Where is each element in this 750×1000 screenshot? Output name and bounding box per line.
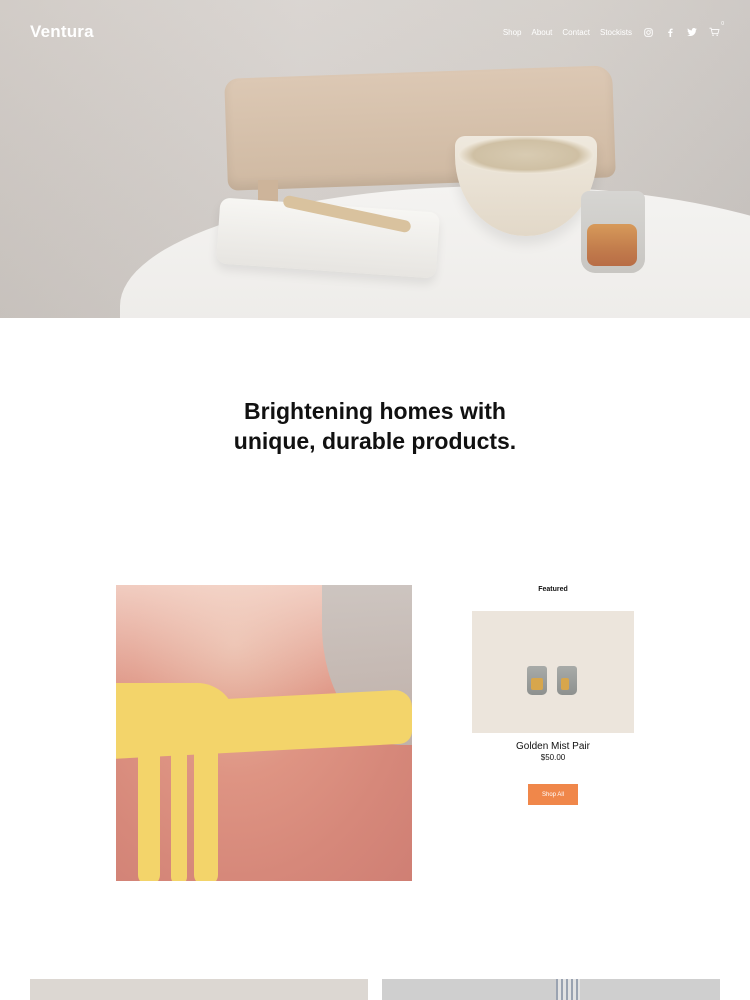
twitter-icon[interactable] — [686, 26, 698, 38]
feature-art-image — [116, 585, 412, 881]
nav-link-about[interactable]: About — [532, 28, 553, 37]
hero-image — [0, 0, 750, 318]
product-name[interactable]: Golden Mist Pair — [472, 741, 634, 752]
facebook-icon[interactable] — [664, 26, 676, 38]
product-cup-glaze — [561, 678, 569, 690]
tile-striped-towel — [556, 979, 580, 1000]
art-gold-drip — [194, 735, 218, 881]
nav-link-shop[interactable]: Shop — [503, 28, 522, 37]
shop-all-button[interactable]: Shop All — [528, 784, 578, 805]
product-price: $50.00 — [540, 753, 566, 762]
nav-link-stockists[interactable]: Stockists — [600, 28, 632, 37]
product-image[interactable] — [472, 611, 634, 733]
nav-link-contact[interactable]: Contact — [562, 28, 590, 37]
tagline-section: Brightening homes with unique, durable p… — [0, 396, 750, 456]
tagline-heading: Brightening homes with unique, durable p… — [0, 396, 750, 456]
main-nav: Shop About Contact Stockists 0 — [503, 21, 724, 38]
tagline-line-1: Brightening homes with — [244, 398, 506, 424]
collection-tile-left[interactable] — [30, 979, 368, 1000]
brand-logo[interactable]: Ventura — [30, 22, 94, 42]
art-gold-drip — [138, 735, 160, 881]
collection-tile-right[interactable] — [382, 979, 720, 1000]
cart-count-badge: 0 — [721, 21, 724, 27]
tagline-line-2: unique, durable products. — [233, 428, 517, 454]
product-cup-glaze — [531, 678, 543, 690]
instagram-icon[interactable] — [642, 26, 654, 38]
hero-bowl-rim — [458, 136, 594, 174]
hero-cup-glaze — [587, 224, 637, 266]
cart-icon[interactable]: 0 — [708, 21, 724, 38]
featured-label: Featured — [538, 586, 568, 593]
art-gold-drip — [171, 745, 187, 881]
